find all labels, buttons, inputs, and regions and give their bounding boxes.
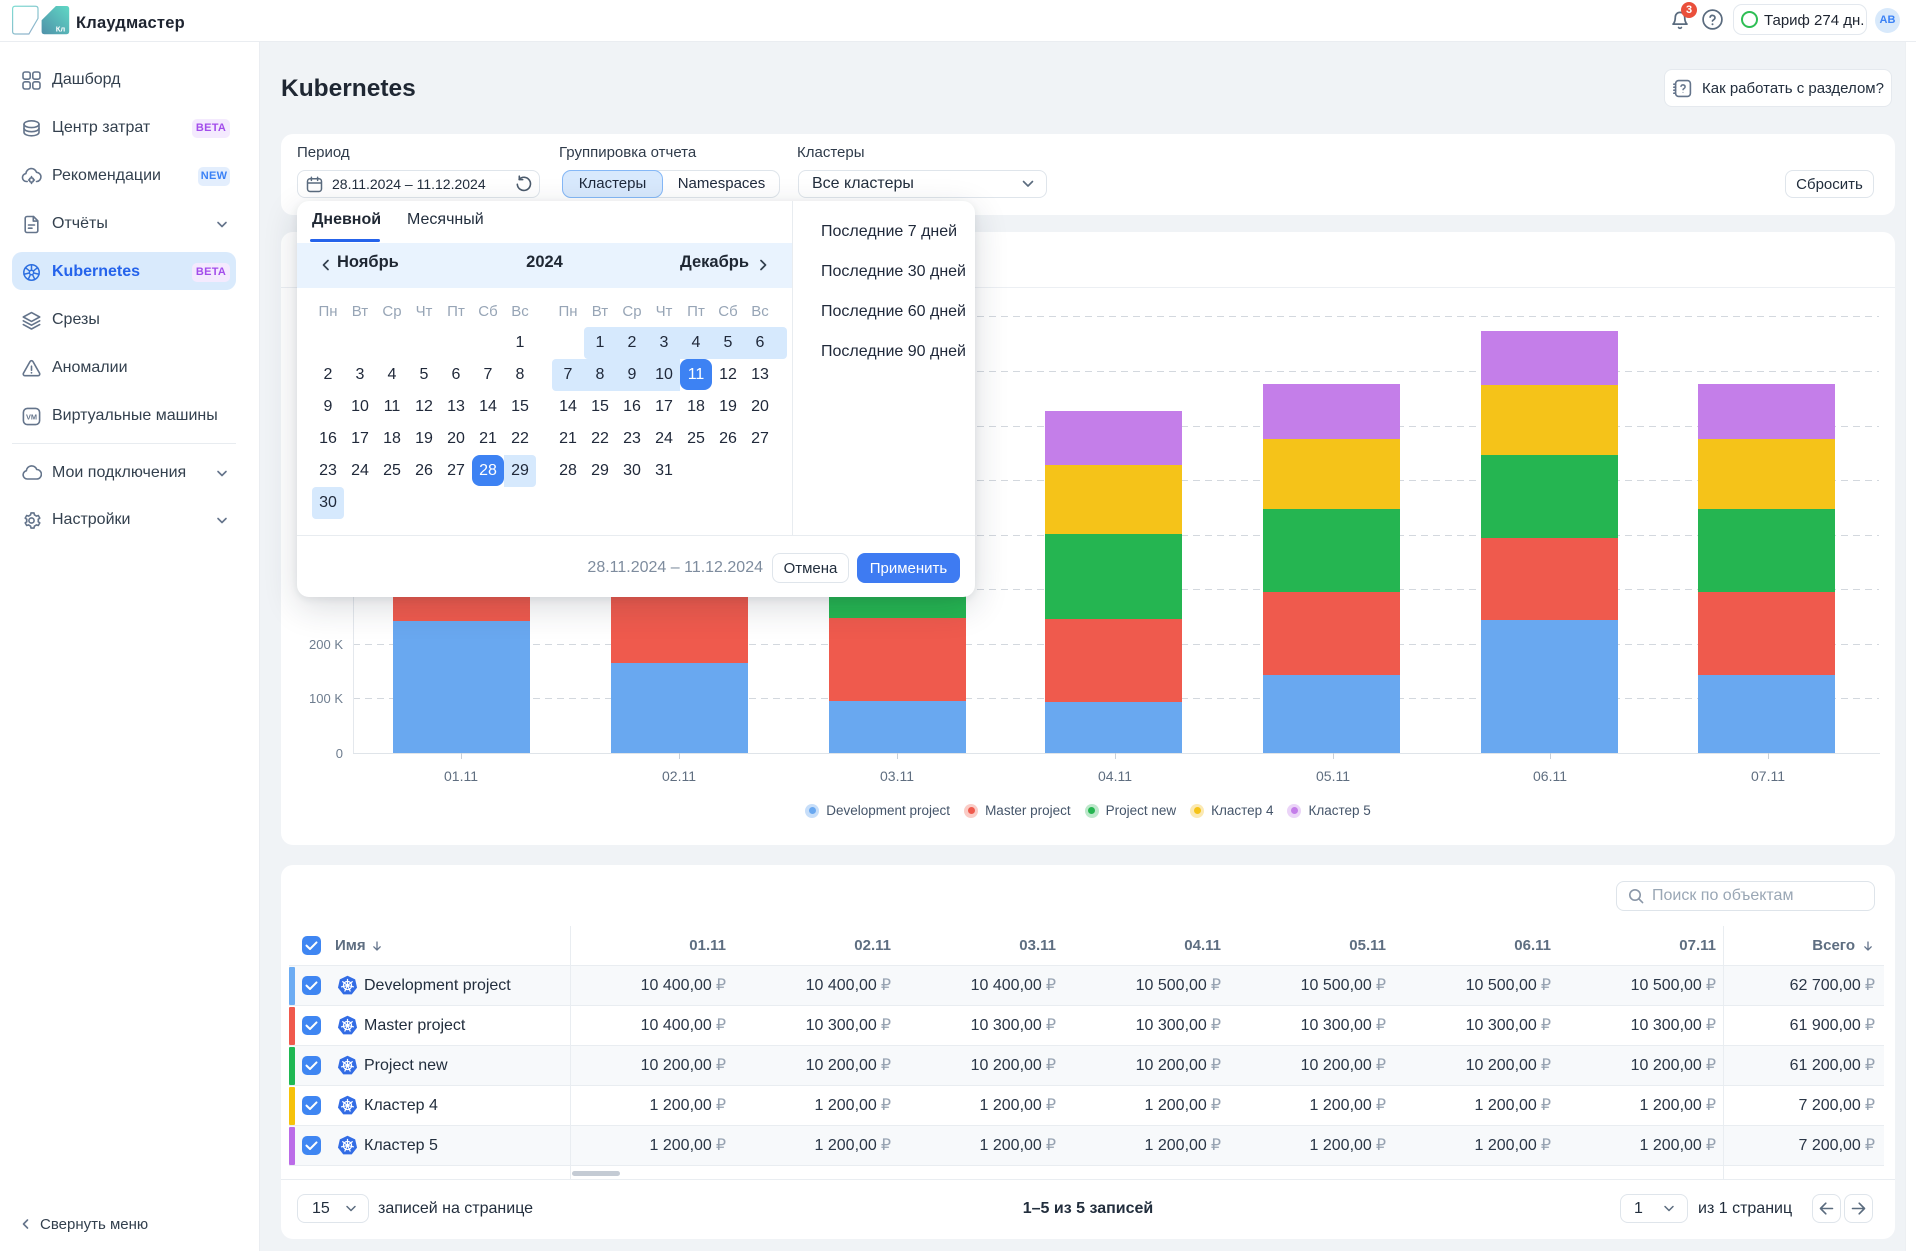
svg-text:VM: VM	[26, 413, 37, 422]
svg-text:Кл: Кл	[56, 25, 66, 34]
